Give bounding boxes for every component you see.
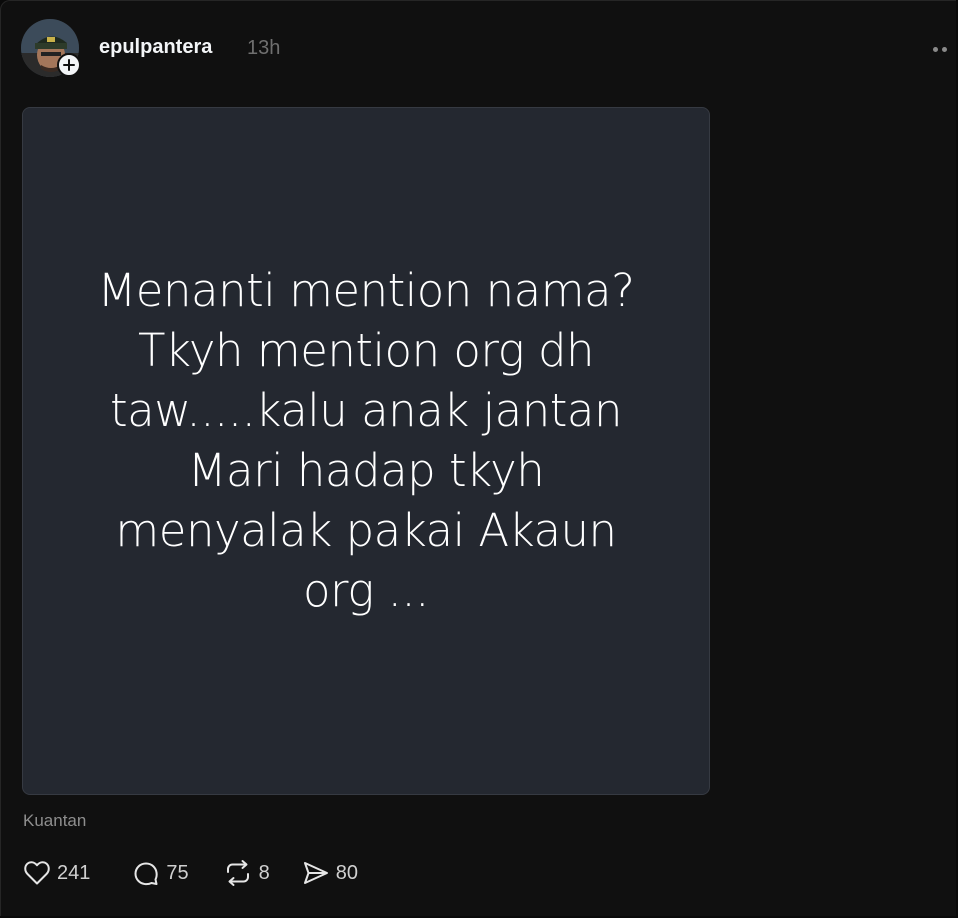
share-button[interactable]: 80 [302,857,358,889]
post-image-text: Menanti mention nama? Tkyh mention org d… [97,264,635,617]
repost-button[interactable]: 8 [223,857,270,889]
reply-button[interactable]: 75 [132,857,189,889]
like-count: 241 [57,861,91,884]
more-dots-icon [942,46,947,52]
send-icon [303,862,328,884]
like-button[interactable]: 241 [23,857,90,889]
post-image[interactable]: Menanti mention nama? Tkyh mention org d… [22,107,710,795]
more-options-button[interactable] [933,41,957,57]
plus-icon [63,59,75,71]
repost-icon [226,860,249,886]
post-timestamp: 13h [247,37,281,59]
share-count: 80 [335,861,358,884]
repost-count: 8 [258,861,270,884]
avatar-button[interactable] [21,19,81,77]
username-link[interactable]: epulpantera [99,36,212,59]
reply-count: 75 [166,861,189,884]
more-dots-icon [933,46,938,52]
action-bar: 241 75 8 80 [23,857,388,889]
comment-bubble-icon [134,862,159,886]
heart-icon [24,861,50,885]
location-link[interactable]: Kuantan [23,811,86,831]
post-card: epulpantera 13h Menanti mention nama? Tk… [0,0,956,916]
follow-button[interactable] [57,53,81,77]
